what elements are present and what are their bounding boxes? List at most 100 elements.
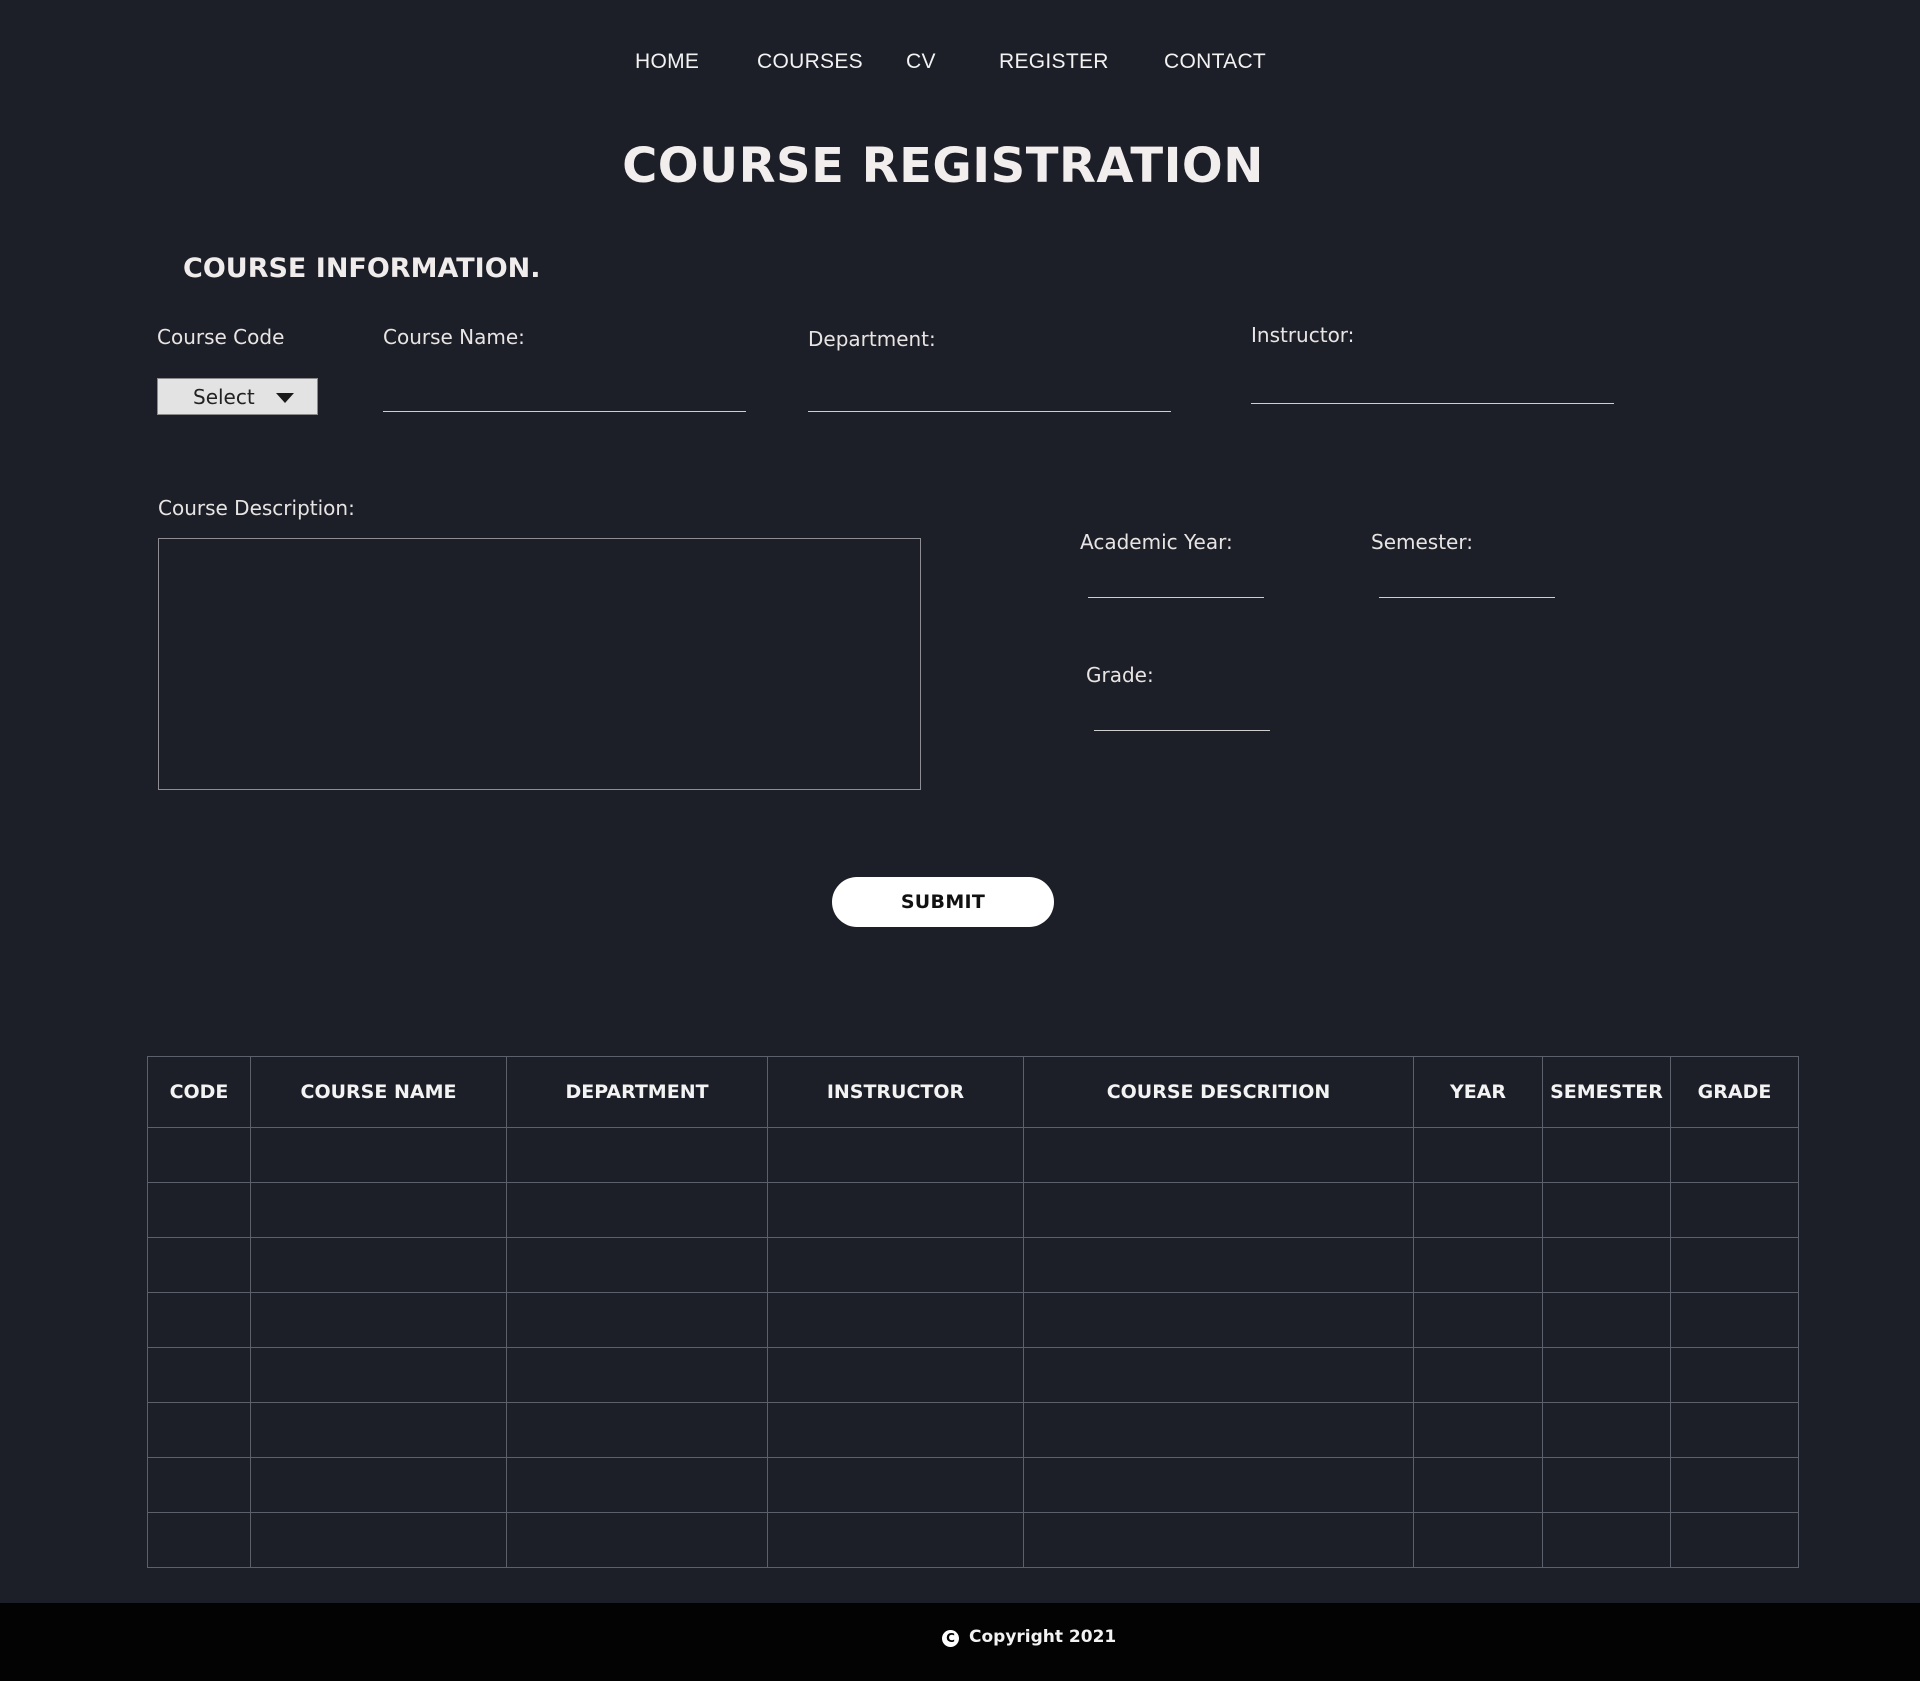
table-cell [1413,1292,1543,1348]
table-cell [1542,1347,1671,1403]
submit-button[interactable]: SUBMIT [832,877,1054,927]
table-cell [147,1402,251,1458]
academic-year-input[interactable] [1088,569,1264,598]
table-cell [767,1237,1024,1293]
grade-label: Grade: [1086,663,1154,687]
table-cell [1413,1457,1543,1513]
table-cell [1542,1182,1671,1238]
nav-home-link[interactable]: HOME [635,50,699,74]
course-description-textarea[interactable] [158,538,921,790]
table-cell [147,1512,251,1568]
semester-label: Semester: [1371,530,1473,554]
grade-input[interactable] [1094,702,1270,731]
department-label: Department: [808,327,936,351]
section-title: COURSE INFORMATION. [183,253,541,284]
table-cell [767,1292,1024,1348]
table-cell [767,1182,1024,1238]
table-cell [147,1237,251,1293]
column-header-year: YEAR [1413,1056,1543,1128]
main-nav: HOME COURSES CV REGISTER CONTACT [0,50,1920,80]
table-cell [506,1402,768,1458]
table-row [147,1182,1799,1238]
column-header-course-description: COURSE DESCRITION [1023,1056,1414,1128]
table-row [147,1402,1799,1458]
table-cell [250,1237,507,1293]
table-cell [1542,1127,1671,1183]
table-cell [1413,1182,1543,1238]
table-cell [1023,1457,1414,1513]
table-cell [1023,1237,1414,1293]
table-cell [1670,1127,1799,1183]
column-header-code: CODE [147,1056,251,1128]
table-cell [1542,1292,1671,1348]
table-cell [1023,1402,1414,1458]
table-cell [767,1127,1024,1183]
table-cell [506,1457,768,1513]
table-cell [1023,1512,1414,1568]
table-cell [506,1127,768,1183]
table-row [147,1512,1799,1568]
column-header-department: DEPARTMENT [506,1056,768,1128]
table-cell [767,1347,1024,1403]
table-cell [1413,1402,1543,1458]
table-cell [147,1457,251,1513]
chevron-down-icon [276,393,294,403]
table-cell [506,1292,768,1348]
table-cell [250,1182,507,1238]
table-cell [250,1402,507,1458]
course-description-label: Course Description: [158,496,355,520]
table-cell [506,1347,768,1403]
nav-register-link[interactable]: REGISTER [999,50,1109,74]
table-cell [1670,1237,1799,1293]
column-header-course-name: COURSE NAME [250,1056,507,1128]
semester-input[interactable] [1379,569,1555,598]
table-cell [506,1512,768,1568]
table-row [147,1237,1799,1293]
instructor-label: Instructor: [1251,323,1355,347]
table-cell [1413,1127,1543,1183]
table-cell [1670,1402,1799,1458]
table-cell [250,1347,507,1403]
table-cell [147,1292,251,1348]
table-row [147,1457,1799,1513]
table-cell [250,1292,507,1348]
copyright-text: Copyright 2021 [969,1627,1117,1647]
column-header-instructor: INSTRUCTOR [767,1056,1024,1128]
table-cell [1670,1292,1799,1348]
table-cell [767,1402,1024,1458]
column-header-semester: SEMESTER [1542,1056,1671,1128]
table-row [147,1127,1799,1183]
table-cell [1413,1347,1543,1403]
table-cell [1542,1457,1671,1513]
table-cell [506,1237,768,1293]
table-cell [1670,1182,1799,1238]
table-cell [1670,1512,1799,1568]
table-cell [1542,1237,1671,1293]
nav-cv-link[interactable]: CV [906,50,936,74]
course-table: CODE COURSE NAME DEPARTMENT INSTRUCTOR C… [147,1056,1799,1568]
table-row [147,1347,1799,1403]
table-cell [1023,1127,1414,1183]
course-code-label: Course Code [157,325,285,349]
table-cell [147,1347,251,1403]
course-code-select-value: Select [193,385,255,409]
table-cell [147,1127,251,1183]
department-input[interactable] [808,383,1171,412]
table-cell [1023,1182,1414,1238]
column-header-grade: GRADE [1670,1056,1799,1128]
table-row [147,1292,1799,1348]
table-cell [1670,1347,1799,1403]
course-code-select[interactable]: Select [157,378,318,415]
nav-contact-link[interactable]: CONTACT [1164,50,1266,74]
copyright-icon: C [942,1630,959,1647]
table-cell [250,1512,507,1568]
table-cell [1023,1347,1414,1403]
table-cell [1023,1292,1414,1348]
footer: C Copyright 2021 [0,1603,1920,1681]
table-cell [767,1457,1024,1513]
nav-courses-link[interactable]: COURSES [757,50,863,74]
instructor-input[interactable] [1251,375,1614,404]
table-cell [1413,1237,1543,1293]
course-name-input[interactable] [383,383,746,412]
table-cell [1670,1457,1799,1513]
